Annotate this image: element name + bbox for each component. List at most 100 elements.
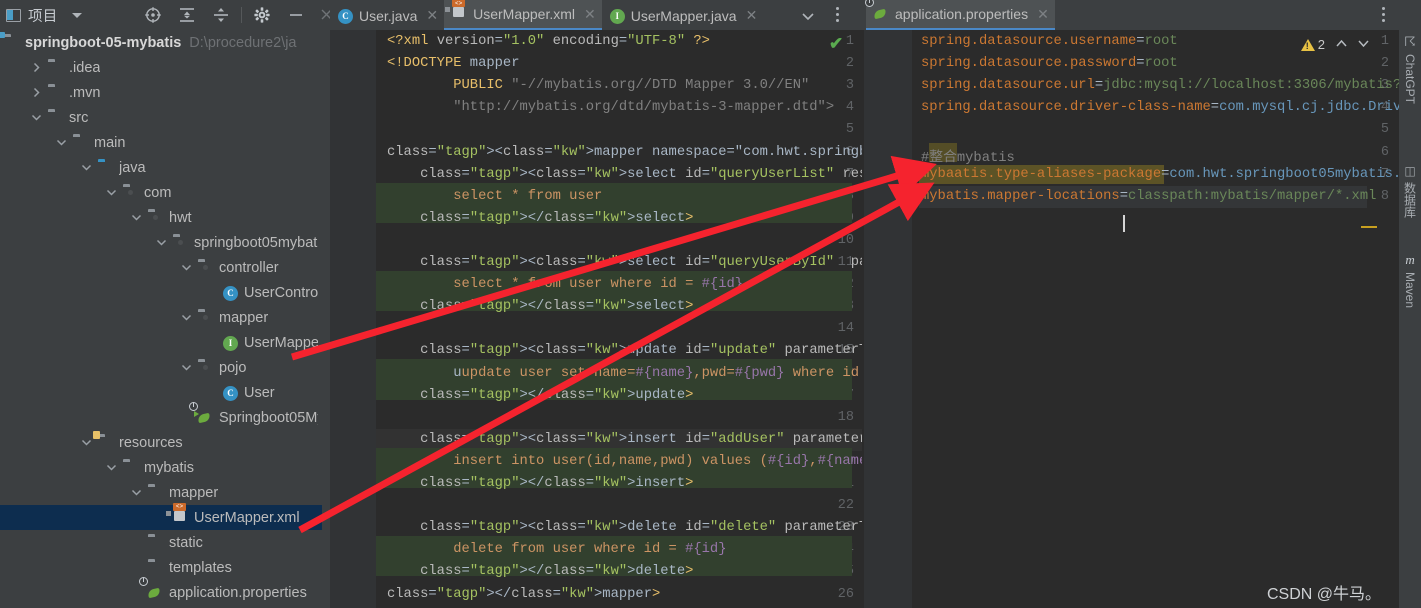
code-line[interactable]: class="tagp"><class="kw">select id="quer… bbox=[387, 167, 862, 182]
tree-item-mapper[interactable]: mapper bbox=[0, 480, 322, 505]
code-line[interactable]: class="tagp"></class="kw">insert> bbox=[387, 476, 693, 491]
locate-icon[interactable] bbox=[136, 0, 170, 30]
tree-item-hwt[interactable]: hwt bbox=[0, 205, 322, 230]
tree-item-application.properties[interactable]: application.properties bbox=[0, 576, 322, 605]
settings-gear-icon[interactable] bbox=[245, 0, 279, 30]
editor-tabbar-right[interactable]: application.properties ✕ bbox=[865, 0, 1366, 30]
code-line[interactable]: class="tagp"><class="kw">mapper namespac… bbox=[387, 145, 862, 160]
properties-line[interactable]: spring.datasource.username=root bbox=[921, 34, 1178, 49]
tree-item-mapper[interactable]: mapper bbox=[0, 305, 322, 330]
chevron-down-icon[interactable] bbox=[104, 186, 118, 200]
code-line[interactable]: insert into user(id,name,pwd) values (#{… bbox=[387, 454, 862, 469]
close-icon[interactable]: ✕ bbox=[426, 7, 438, 24]
minimize-icon[interactable] bbox=[279, 0, 313, 30]
tree-item-controller[interactable]: controller bbox=[0, 255, 322, 280]
chevron-down-icon[interactable] bbox=[129, 211, 143, 225]
tree-item-com[interactable]: com bbox=[0, 180, 322, 205]
tree-item-springboot05mybatis[interactable]: springboot05mybatis bbox=[0, 230, 322, 255]
chevron-down-icon[interactable] bbox=[800, 9, 816, 27]
project-tool-window[interactable]: springboot-05-mybatis D:\procedure2\ja .… bbox=[0, 30, 322, 608]
tree-item-.idea[interactable]: .idea bbox=[0, 55, 322, 80]
inspection-warning-widget[interactable]: 2 bbox=[1300, 37, 1371, 52]
tool-window-maven[interactable]: m Maven bbox=[1399, 248, 1421, 326]
properties-line[interactable]: #整合mybatis bbox=[921, 145, 1015, 166]
code-line[interactable]: select * from user bbox=[387, 189, 602, 204]
chevron-right-icon[interactable] bbox=[29, 61, 43, 75]
close-icon[interactable]: ✕ bbox=[746, 7, 758, 24]
code-line[interactable]: class="tagp"></class="kw">select> bbox=[387, 299, 693, 314]
tree-root-node[interactable]: springboot-05-mybatis D:\procedure2\ja bbox=[0, 30, 322, 55]
project-tree[interactable]: .idea .mvn src main java com hwt springboot05my… bbox=[0, 55, 322, 605]
xml-editor-pane[interactable]: 1234567891011121314151617181920212223242… bbox=[330, 30, 862, 608]
code-line[interactable]: class="tagp"></class="kw">delete> bbox=[387, 564, 693, 579]
properties-line[interactable]: mybatis.mapper-locations=classpath:mybat… bbox=[921, 189, 1376, 204]
properties-line[interactable]: mybaatis.type-aliases-package=com.hwt.sp… bbox=[921, 167, 1399, 182]
editor-tabbar-left[interactable]: C User.java ✕ <> UserMapper.xml ✕ I UserMapper.… bbox=[330, 0, 860, 30]
chevron-down-icon[interactable] bbox=[54, 136, 68, 150]
tree-item-UserMapper.xml[interactable]: <> UserMapper.xml bbox=[0, 502, 322, 530]
tree-item-java[interactable]: java bbox=[0, 155, 322, 180]
expand-all-icon[interactable] bbox=[170, 0, 204, 30]
more-vertical-icon[interactable] bbox=[836, 7, 839, 22]
tree-item-Springboot05Myb[interactable]: Springboot05Myb bbox=[0, 401, 322, 430]
code-line[interactable]: class="tagp"></class="kw">mapper> bbox=[387, 587, 660, 602]
tree-item-main[interactable]: main bbox=[0, 130, 322, 155]
tree-item-src[interactable]: src bbox=[0, 105, 322, 130]
editor-tab-UserMapper.java[interactable]: I UserMapper.java ✕ bbox=[602, 1, 764, 30]
chevron-down-icon[interactable] bbox=[179, 261, 193, 275]
tree-item-mybatis[interactable]: mybatis bbox=[0, 455, 322, 480]
close-icon[interactable]: ✕ bbox=[1037, 6, 1049, 23]
chevron-down-icon[interactable] bbox=[71, 12, 82, 18]
tree-item-pojo[interactable]: pojo bbox=[0, 355, 322, 380]
code-line[interactable]: class="tagp"><class="kw">insert id="addU… bbox=[387, 432, 862, 447]
code-line[interactable]: <!DOCTYPE mapper bbox=[387, 56, 519, 71]
chevron-up-icon[interactable] bbox=[1334, 37, 1349, 52]
tree-item-templates[interactable]: templates bbox=[0, 555, 322, 580]
close-icon[interactable]: ✕ bbox=[584, 6, 596, 23]
properties-gutter[interactable] bbox=[864, 30, 912, 608]
properties-line[interactable]: spring.datasource.password=root bbox=[921, 56, 1178, 71]
properties-line[interactable]: spring.datasource.url=jdbc:mysql://local… bbox=[921, 78, 1399, 93]
chevron-right-icon[interactable] bbox=[29, 86, 43, 100]
code-line[interactable]: PUBLIC "-//mybatis.org//DTD Mapper 3.0//… bbox=[387, 78, 809, 93]
more-vertical-icon[interactable] bbox=[1382, 7, 1385, 22]
tool-window-chatgpt[interactable]: ☈ ChatGPT bbox=[1399, 30, 1421, 126]
chevron-down-icon[interactable] bbox=[79, 436, 93, 450]
properties-line[interactable]: spring.datasource.driver-class-name=com.… bbox=[921, 100, 1399, 115]
editor-tab-UserMapper.xml[interactable]: <> UserMapper.xml ✕ bbox=[444, 0, 602, 30]
code-line[interactable]: select * from user where id = #{id} bbox=[387, 277, 743, 292]
right-tool-strip[interactable]: ☈ ChatGPT ◫ 数据库 m Maven bbox=[1399, 30, 1421, 608]
editor-tab-User.java[interactable]: C User.java ✕ bbox=[330, 1, 444, 30]
tree-item-UserController[interactable]: C UserController bbox=[0, 280, 322, 305]
editor-tab-application.properties[interactable]: application.properties ✕ bbox=[865, 0, 1055, 30]
code-line[interactable]: class="tagp"><class="kw">update id="upda… bbox=[387, 343, 862, 358]
tree-item-UserMapper[interactable]: I UserMapper bbox=[0, 330, 322, 355]
code-line[interactable]: uupdate user set name=#{name},pwd=#{pwd}… bbox=[387, 366, 862, 381]
chevron-down-icon[interactable] bbox=[104, 461, 118, 475]
code-line[interactable]: class="tagp"><class="kw">select id="quer… bbox=[387, 255, 862, 270]
tree-item-.mvn[interactable]: .mvn bbox=[0, 80, 322, 105]
error-stripe-marker[interactable] bbox=[1361, 226, 1377, 228]
code-line[interactable]: class="tagp"></class="kw">update> bbox=[387, 388, 693, 403]
tool-window-database[interactable]: ◫ 数据库 bbox=[1399, 160, 1421, 238]
chevron-down-icon[interactable] bbox=[79, 161, 93, 175]
chevron-down-icon[interactable] bbox=[179, 311, 193, 325]
green-check-icon[interactable]: ✔ bbox=[829, 34, 843, 54]
chevron-down-icon[interactable] bbox=[129, 486, 143, 500]
chevron-down-icon[interactable] bbox=[154, 236, 168, 250]
code-line[interactable]: class="tagp"><class="kw">delete id="dele… bbox=[387, 520, 862, 535]
properties-editor-pane[interactable]: 12345678 spring.datasource.username=root… bbox=[864, 30, 1399, 608]
code-line[interactable]: delete from user where id = #{id} bbox=[387, 542, 726, 557]
chevron-down-icon[interactable] bbox=[1356, 37, 1371, 52]
chevron-down-icon[interactable] bbox=[29, 111, 43, 125]
chevron-down-icon[interactable] bbox=[179, 361, 193, 375]
xml-gutter[interactable] bbox=[330, 30, 376, 608]
tree-item-User[interactable]: C User bbox=[0, 380, 322, 405]
tree-item-static[interactable]: static bbox=[0, 530, 322, 555]
project-tool-window-button[interactable]: 项目 bbox=[0, 0, 130, 30]
code-line[interactable]: <?xml version="1.0" encoding="UTF-8" ?> bbox=[387, 34, 710, 49]
code-line[interactable]: class="tagp"></class="kw">select> bbox=[387, 211, 693, 226]
code-line[interactable]: "http://mybatis.org/dtd/mybatis-3-mapper… bbox=[387, 100, 834, 115]
collapse-all-icon[interactable] bbox=[204, 0, 238, 30]
tree-item-resources[interactable]: resources bbox=[0, 430, 322, 455]
